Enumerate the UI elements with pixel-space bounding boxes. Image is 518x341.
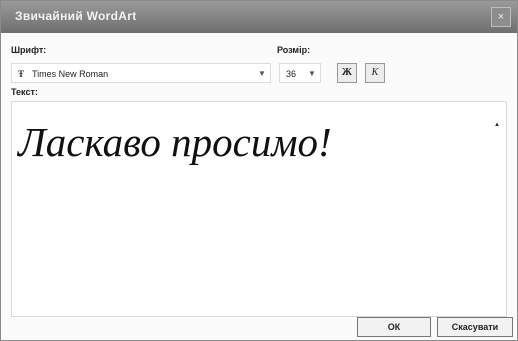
chevron-down-icon[interactable]: ▼ [257,69,267,79]
font-label: Шрифт: [11,45,47,55]
italic-button[interactable]: К [365,63,385,83]
text-input[interactable]: Ласкаво просимо! ▲ [11,101,507,317]
close-button[interactable]: × [491,7,511,27]
size-select-value: 36 [286,69,297,79]
wordart-text-dialog: Звичайний WordArt × Шрифт: Розмір: Ŧ Tim… [0,0,518,341]
ok-button[interactable]: ОК [357,317,431,337]
truetype-font-icon: Ŧ [18,69,25,79]
bold-button[interactable]: Ж [337,63,357,83]
font-select-value: Times New Roman [32,69,109,79]
size-label: Розмір: [277,45,311,55]
text-input-value: Ласкаво просимо! [18,119,332,165]
chevron-down-icon[interactable]: ▼ [307,69,317,79]
scroll-up-icon[interactable]: ▲ [494,122,500,128]
title-bar: Звичайний WordArt × [1,1,517,33]
size-select[interactable]: 36 ▼ [279,63,321,83]
font-select[interactable]: Ŧ Times New Roman ▼ [11,63,271,83]
text-label: Текст: [11,87,38,97]
cancel-button[interactable]: Скасувати [437,317,513,337]
dialog-title: Звичайний WordArt [15,9,137,23]
